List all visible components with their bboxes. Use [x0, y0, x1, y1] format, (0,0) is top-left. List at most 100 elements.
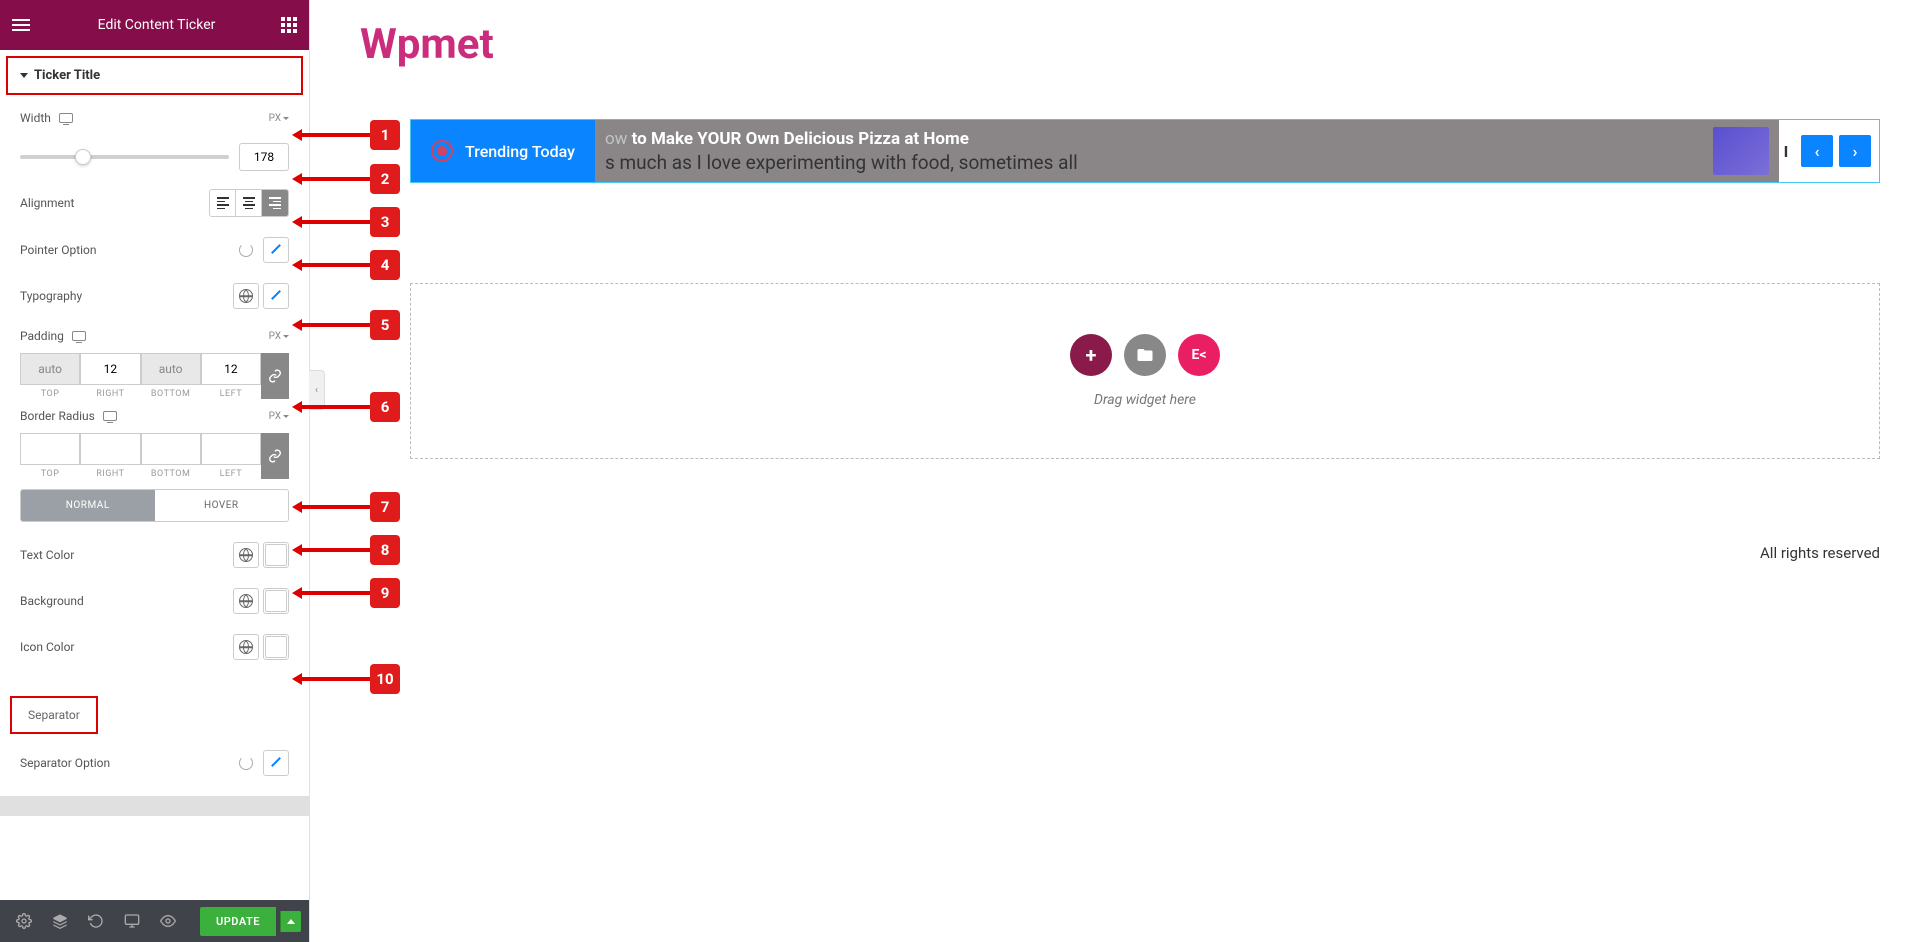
- width-slider-row: [0, 135, 309, 179]
- menu-icon[interactable]: [12, 19, 32, 31]
- text-color-label: Text Color: [20, 548, 74, 562]
- annotation-badge: 7: [370, 492, 400, 522]
- update-button[interactable]: UPDATE: [200, 907, 276, 936]
- ticker-next-button[interactable]: ›: [1839, 135, 1871, 167]
- padding-inputs: TOP RIGHT BOTTOM LEFT: [0, 353, 309, 399]
- drop-area[interactable]: + E< Drag widget here: [410, 283, 1880, 459]
- pointer-reset-button[interactable]: [233, 237, 259, 263]
- annotation-badge: 1: [370, 120, 400, 150]
- text-color-globe[interactable]: [233, 542, 259, 568]
- border-radius-control: Border Radius PX: [0, 399, 309, 433]
- navigator-icon[interactable]: [44, 905, 76, 937]
- pointer-edit-button[interactable]: [263, 237, 289, 263]
- width-label: Width: [20, 111, 51, 125]
- typography-label: Typography: [20, 289, 82, 303]
- icon-color-swatch[interactable]: [263, 634, 289, 660]
- br-right-input[interactable]: [80, 433, 140, 465]
- border-radius-unit[interactable]: PX: [269, 411, 289, 422]
- footer-rights: All rights reserved: [1760, 544, 1880, 562]
- width-input[interactable]: [239, 143, 289, 171]
- align-left-button[interactable]: [210, 190, 236, 216]
- typography-control: Typography: [0, 273, 309, 319]
- responsive-icon[interactable]: [116, 905, 148, 937]
- ticker-title-text: Trending Today: [465, 142, 575, 161]
- typography-edit-button[interactable]: [263, 283, 289, 309]
- annotation-badge: 8: [370, 535, 400, 565]
- sidebar-footer: UPDATE: [0, 900, 309, 942]
- width-slider[interactable]: [20, 155, 229, 159]
- globe-icon: [239, 289, 253, 303]
- section-label: Ticker Title: [34, 68, 100, 83]
- sidebar-header: Edit Content Ticker: [0, 0, 309, 50]
- section-ticker-title[interactable]: Ticker Title: [6, 56, 303, 95]
- color-swatch: [265, 636, 287, 658]
- drop-text: Drag widget here: [461, 392, 1829, 408]
- sidebar: Edit Content Ticker Ticker Title Width P…: [0, 0, 310, 942]
- annotation-badge: 2: [370, 164, 400, 194]
- tab-normal[interactable]: NORMAL: [21, 490, 155, 521]
- alignment-group: [209, 189, 289, 217]
- br-bottom-input[interactable]: [141, 433, 201, 465]
- device-icon[interactable]: [59, 113, 73, 123]
- padding-link-button[interactable]: [261, 353, 289, 399]
- update-dropdown[interactable]: [280, 911, 301, 932]
- icon-color-control: Icon Color: [0, 624, 309, 670]
- add-template-button[interactable]: [1124, 334, 1166, 376]
- pencil-icon: [269, 756, 283, 770]
- pencil-icon: [269, 289, 283, 303]
- background-globe[interactable]: [233, 588, 259, 614]
- padding-bottom-input[interactable]: [141, 353, 201, 385]
- device-icon[interactable]: [103, 411, 117, 421]
- separator-reset-button[interactable]: [233, 750, 259, 776]
- color-swatch: [265, 590, 287, 612]
- br-left-input[interactable]: [201, 433, 261, 465]
- annotation-badge: 3: [370, 207, 400, 237]
- annotation-badge: 6: [370, 392, 400, 422]
- add-ek-button[interactable]: E<: [1178, 334, 1220, 376]
- tab-hover[interactable]: HOVER: [155, 490, 289, 521]
- chevron-down-icon: [20, 73, 28, 78]
- settings-icon[interactable]: [8, 905, 40, 937]
- text-color-swatch[interactable]: [263, 542, 289, 568]
- add-section-button[interactable]: +: [1070, 334, 1112, 376]
- br-link-button[interactable]: [261, 433, 289, 479]
- ticker-subline: s much as I love experimenting with food…: [605, 151, 1703, 174]
- separator-option-control: Separator Option: [0, 740, 309, 786]
- padding-top-input[interactable]: [20, 353, 80, 385]
- padding-right-input[interactable]: [80, 353, 140, 385]
- align-right-button[interactable]: [262, 190, 288, 216]
- globe-icon: [239, 640, 253, 654]
- padding-label: Padding: [20, 329, 64, 343]
- brand-title: Wpmet: [360, 20, 1880, 69]
- link-icon: [268, 369, 282, 383]
- ticker-widget[interactable]: Trending Today ow to Make YOUR Own Delic…: [410, 119, 1880, 183]
- alignment-label: Alignment: [20, 196, 74, 210]
- padding-left-input[interactable]: [201, 353, 261, 385]
- annotation-badge: 10: [370, 664, 400, 694]
- annotation-badge: 9: [370, 578, 400, 608]
- align-center-button[interactable]: [236, 190, 262, 216]
- icon-color-globe[interactable]: [233, 634, 259, 660]
- annotation-badge: 5: [370, 310, 400, 340]
- ticker-title-block: Trending Today: [411, 120, 595, 182]
- sidebar-content: Ticker Title Width PX Alignment: [0, 50, 309, 900]
- border-radius-label: Border Radius: [20, 409, 95, 423]
- history-icon[interactable]: [80, 905, 112, 937]
- padding-unit[interactable]: PX: [269, 331, 289, 342]
- reset-icon: [239, 756, 253, 770]
- device-icon[interactable]: [72, 331, 86, 341]
- ticker-nav: ‹ ›: [1793, 120, 1879, 182]
- reset-icon: [239, 243, 253, 257]
- background-swatch[interactable]: [263, 588, 289, 614]
- ticker-content: ow to Make YOUR Own Delicious Pizza at H…: [595, 120, 1779, 182]
- color-swatch: [265, 544, 287, 566]
- separator-edit-button[interactable]: [263, 750, 289, 776]
- background-control: Background: [0, 578, 309, 624]
- globe-icon: [239, 594, 253, 608]
- apps-icon[interactable]: [281, 17, 297, 33]
- br-top-input[interactable]: [20, 433, 80, 465]
- preview-icon[interactable]: [152, 905, 184, 937]
- width-unit[interactable]: PX: [269, 113, 289, 124]
- typography-globe-button[interactable]: [233, 283, 259, 309]
- ticker-prev-button[interactable]: ‹: [1801, 135, 1833, 167]
